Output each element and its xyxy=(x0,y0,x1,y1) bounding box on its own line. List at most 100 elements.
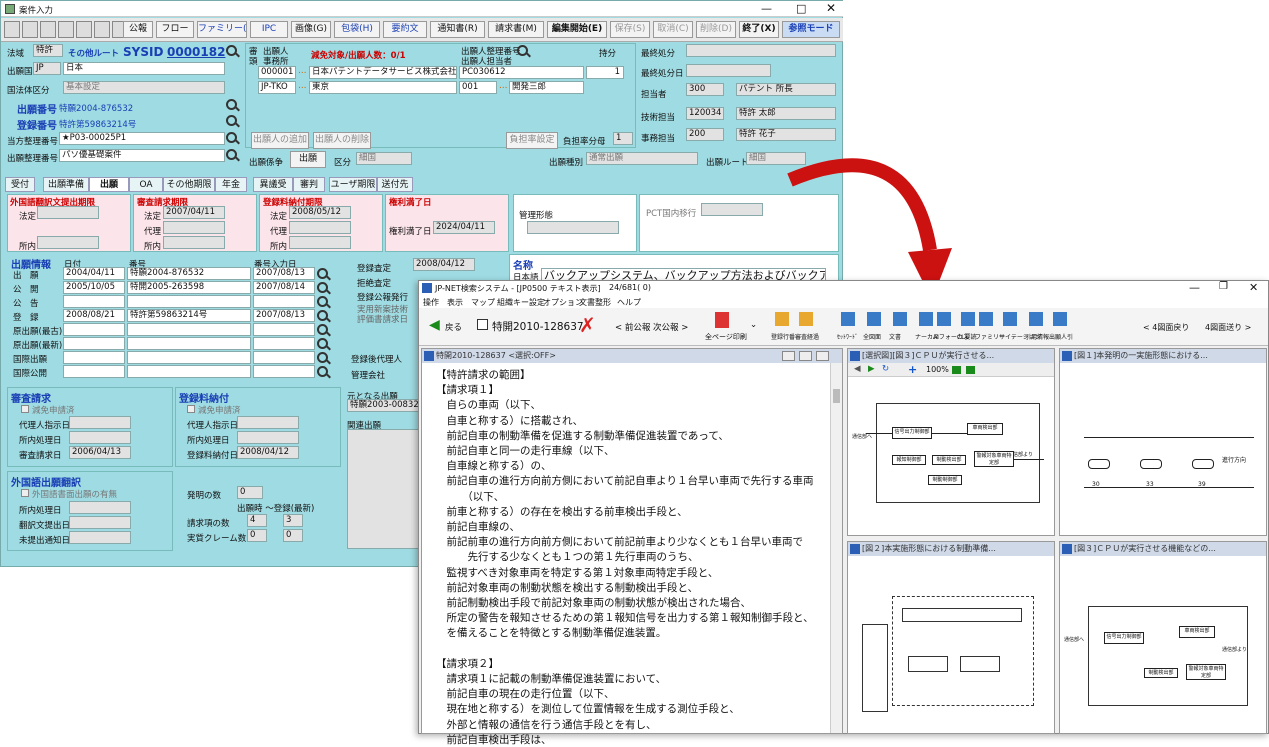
final-select[interactable] xyxy=(686,44,836,57)
tool-label[interactable]: 全図面 xyxy=(863,332,881,341)
tool-label[interactable]: 文書 xyxy=(889,332,901,341)
toolbar-delete[interactable]: 削除(D) xyxy=(696,21,736,38)
entity-select[interactable]: 基本設定 xyxy=(63,81,225,94)
toolbar-ipc[interactable]: IPC xyxy=(250,21,288,38)
prev-next-doc[interactable]: < 前公報 次公報 > xyxy=(615,321,688,333)
applicant-share[interactable]: 1 xyxy=(586,66,624,79)
app-row-input-date[interactable] xyxy=(253,323,315,336)
office-code[interactable]: JP-TKO xyxy=(258,81,296,94)
tool-icon[interactable] xyxy=(841,312,855,326)
law-field[interactable]: 特許 xyxy=(33,44,63,57)
search-icon[interactable] xyxy=(317,324,328,335)
scroll-thumb[interactable] xyxy=(833,389,840,403)
app-row-number[interactable]: 特開2005-263598 xyxy=(127,281,251,294)
type-select[interactable]: 通常出願 xyxy=(586,152,698,165)
tab-reception[interactable]: 受付 xyxy=(5,177,35,192)
tool-icon[interactable] xyxy=(961,312,975,326)
menu-help[interactable]: ヘルプ xyxy=(617,297,641,308)
save-icon[interactable] xyxy=(58,21,74,38)
applicant-code[interactable]: 000001 xyxy=(258,66,296,79)
tool-icon[interactable] xyxy=(867,312,881,326)
person-code[interactable]: 001 xyxy=(459,81,497,94)
app-row-input-date[interactable] xyxy=(253,351,315,364)
minimize-icon[interactable] xyxy=(782,351,795,361)
country-name[interactable]: 日本 xyxy=(63,62,225,75)
related-app-list[interactable] xyxy=(347,429,419,549)
search-icon[interactable] xyxy=(317,310,328,321)
minimize-icon[interactable]: — xyxy=(761,2,772,15)
delete-applicant-button[interactable]: 出願人の削除 xyxy=(313,132,371,149)
search-icon[interactable] xyxy=(317,268,328,279)
toolbar-notice[interactable]: 通知書(R) xyxy=(430,21,485,38)
toolbar-exit[interactable]: 終了(X) xyxy=(739,21,779,38)
person-icon[interactable] xyxy=(22,21,38,38)
toolbar-invoice[interactable]: 請求書(M) xyxy=(488,21,544,38)
add-applicant-button[interactable]: 出願人の追加 xyxy=(251,132,309,149)
prev-figures-button[interactable]: < 4図面戻り xyxy=(1143,322,1189,333)
camera-icon[interactable] xyxy=(952,366,961,374)
search-icon[interactable] xyxy=(226,115,237,126)
tab-user-deadlines[interactable]: ユーザ期限 xyxy=(329,177,377,192)
ellipsis-button[interactable]: … xyxy=(298,81,307,91)
toolbar-image[interactable]: 画像(G) xyxy=(291,21,331,38)
tech-name[interactable]: 特許 太郎 xyxy=(736,107,836,120)
invention-count[interactable]: 0 xyxy=(237,486,263,499)
app-ref-field[interactable]: パソ優基礎案件 xyxy=(59,149,225,162)
toolbar-family[interactable]: ファミリー(F) xyxy=(197,21,247,38)
expiry-field[interactable]: 2024/04/11 xyxy=(433,221,495,234)
restore-icon[interactable]: ❐ xyxy=(1219,281,1228,292)
fee-internal-field[interactable] xyxy=(289,236,351,249)
tab-oa[interactable]: OA xyxy=(129,177,163,192)
image-icon[interactable] xyxy=(966,366,975,374)
pct-field[interactable] xyxy=(701,203,763,216)
app-row-input-date[interactable] xyxy=(253,295,315,308)
real-claims-latest[interactable]: 0 xyxy=(283,529,303,542)
dispute-button[interactable]: 出願 xyxy=(290,151,326,168)
management-select[interactable] xyxy=(527,221,619,234)
tab-other-deadlines[interactable]: その他期限 xyxy=(163,177,215,192)
office-name[interactable]: 東京 xyxy=(309,81,457,94)
app-row-date[interactable] xyxy=(63,337,125,350)
menu-operate[interactable]: 操作 xyxy=(423,297,439,308)
person-name[interactable]: 開発三郎 xyxy=(509,81,584,94)
tool-icon[interactable] xyxy=(937,312,951,326)
app-row-number[interactable] xyxy=(127,295,251,308)
real-claims-at-filing[interactable]: 0 xyxy=(247,529,267,542)
toolbar-edit-start[interactable]: 編集開始(E) xyxy=(547,21,607,38)
applicant-ref[interactable]: PC030612 xyxy=(459,66,584,79)
tab-opposition[interactable]: 異議受 xyxy=(253,177,293,192)
search-icon[interactable] xyxy=(517,45,528,56)
tab-preparation[interactable]: 出願準備 xyxy=(43,177,89,192)
close-icon[interactable] xyxy=(816,351,829,361)
app-row-date[interactable]: 2004/04/11 xyxy=(63,267,125,280)
print-all-button[interactable]: 全ページ印刷 xyxy=(705,332,747,342)
app-row-input-date[interactable]: 2007/08/13 xyxy=(253,267,315,280)
fee-agent-date[interactable] xyxy=(237,416,299,429)
refresh-icon[interactable]: ↻ xyxy=(882,364,889,374)
country-code[interactable]: JP xyxy=(33,62,61,75)
toolbar-gazette[interactable]: 公報 xyxy=(123,21,153,38)
tool-icon[interactable] xyxy=(1003,312,1017,326)
back-button[interactable]: 戻る xyxy=(445,321,462,333)
app-row-number[interactable]: 特願2004-876532 xyxy=(127,267,251,280)
app-row-number[interactable] xyxy=(127,365,251,378)
minimize-icon[interactable]: — xyxy=(1189,281,1200,294)
final-date-field[interactable] xyxy=(686,64,771,77)
charge-name[interactable]: パテント 所長 xyxy=(736,83,836,96)
next-figures-button[interactable]: 4図面送り > xyxy=(1205,322,1251,333)
exam-internal-date[interactable] xyxy=(69,431,131,444)
zoom-in-icon[interactable]: + xyxy=(908,363,917,376)
app-row-number[interactable] xyxy=(127,337,251,350)
app-row-input-date[interactable]: 2007/08/14 xyxy=(253,281,315,294)
search-icon[interactable] xyxy=(226,132,237,143)
reg-decision-field[interactable]: 2008/04/12 xyxy=(413,258,475,271)
toolbar-abstract[interactable]: 要約文 xyxy=(383,21,427,38)
tool-icon[interactable] xyxy=(893,312,907,326)
close-doc-icon[interactable]: ✗ xyxy=(579,313,596,337)
pdf-icon[interactable] xyxy=(715,312,729,328)
exam-agent-field[interactable] xyxy=(163,221,225,234)
back-arrow-icon[interactable]: ◀ xyxy=(429,317,440,333)
tool-label[interactable]: ｾｯﾄﾜｰﾄﾞ xyxy=(837,332,858,341)
unsubmitted-date[interactable] xyxy=(69,531,131,544)
kubun-select[interactable]: 細国 xyxy=(356,152,412,165)
